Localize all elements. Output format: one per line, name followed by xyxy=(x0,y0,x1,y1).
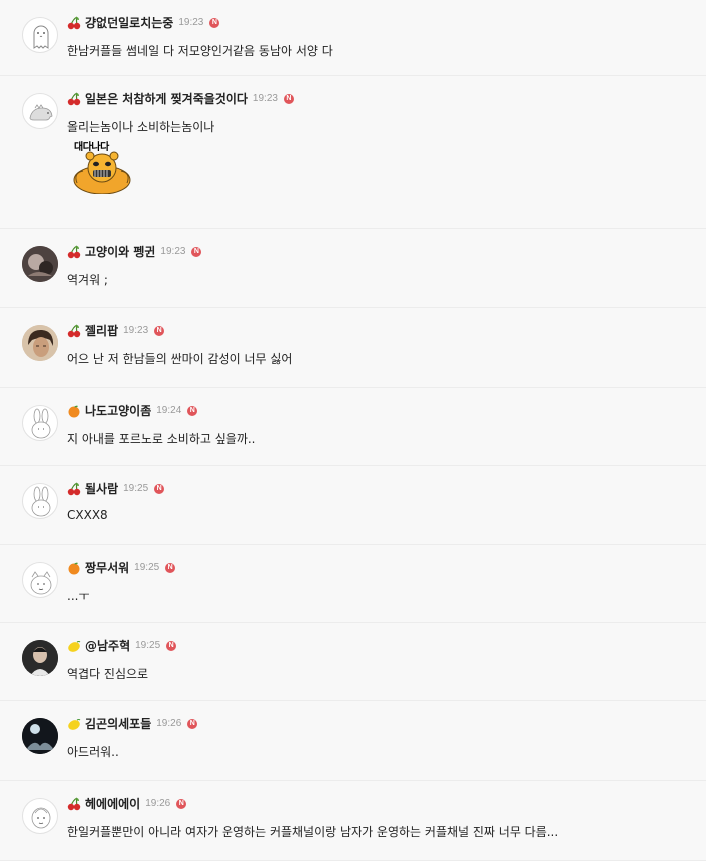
new-badge: N xyxy=(154,483,165,494)
new-badge: N xyxy=(187,405,198,416)
cherry-icon xyxy=(67,323,81,338)
comment-list: 걍없던일로치는중 19:23 N 한남커플들 썸네일 다 저모양인거같음 동남아… xyxy=(0,0,706,861)
comment-header: @남주혁 19:25 N xyxy=(67,637,177,654)
new-badge: N xyxy=(209,17,220,28)
cherry-icon xyxy=(67,15,81,30)
orange-icon xyxy=(67,561,81,575)
timestamp: 19:26 xyxy=(145,798,171,809)
comment-text: 역겹다 진심으로 xyxy=(67,667,149,681)
rabbit-avatar-icon xyxy=(31,408,51,439)
nickname[interactable]: @남주혁 xyxy=(85,637,130,654)
new-badge: N xyxy=(165,562,176,573)
comment-header: 걍없던일로치는중 19:23 N xyxy=(67,14,220,31)
comment-text: 역겨워 ; xyxy=(67,273,108,287)
avatar[interactable] xyxy=(22,798,58,834)
timestamp: 19:26 xyxy=(156,718,182,729)
comment-header: 짱무서워 19:25 N xyxy=(67,559,176,576)
comment-header: 일본은 처참하게 찢겨죽을것이다 19:23 N xyxy=(67,90,294,107)
lemon-icon xyxy=(67,717,81,731)
comment-header: 나도고양이좀 19:24 N xyxy=(67,402,198,419)
avatar[interactable] xyxy=(22,640,58,676)
avatar[interactable] xyxy=(22,405,58,441)
photo-avatar-icon xyxy=(22,246,58,282)
avatar[interactable] xyxy=(22,93,58,129)
comment-text: 올리는놈이나 소비하는놈이나 xyxy=(67,120,215,134)
comment-item: 될사람 19:25 N CXXX8 xyxy=(0,466,706,545)
cherry-icon xyxy=(67,481,81,496)
comment-text: CXXX8 xyxy=(67,508,108,522)
comment-text: 어으 난 저 한남들의 싼마이 감성이 너무 싫어 xyxy=(67,352,293,366)
new-badge: N xyxy=(154,325,165,336)
comment-item: 걍없던일로치는중 19:23 N 한남커플들 썸네일 다 저모양인거같음 동남아… xyxy=(0,0,706,76)
character-avatar-icon xyxy=(30,571,52,595)
avatar[interactable] xyxy=(22,17,58,53)
nickname[interactable]: 헤에에에이 xyxy=(85,795,140,812)
timestamp: 19:25 xyxy=(123,483,149,494)
avatar[interactable] xyxy=(22,562,58,598)
photo-avatar-icon xyxy=(22,640,58,676)
new-badge: N xyxy=(191,246,202,257)
new-badge: N xyxy=(283,93,294,104)
nickname[interactable]: 나도고양이좀 xyxy=(85,402,151,419)
comment-item: 일본은 처참하게 찢겨죽을것이다 19:23 N 올리는놈이나 소비하는놈이나 … xyxy=(0,76,706,229)
sticker-caption: 대다나다 xyxy=(74,142,109,153)
comment-item: 헤에에에이 19:26 N 한일커플뿐만이 아니라 여자가 운영하는 커플채널이… xyxy=(0,781,706,861)
nickname[interactable]: 걍없던일로치는중 xyxy=(85,14,173,31)
comment-item: 김곤의세포들 19:26 N 아드러워.. xyxy=(0,701,706,781)
rabbit-avatar-icon xyxy=(31,486,51,517)
comment-header: 김곤의세포들 19:26 N xyxy=(67,715,198,732)
timestamp: 19:23 xyxy=(160,246,186,257)
comment-item: 젤리팝 19:23 N 어으 난 저 한남들의 싼마이 감성이 너무 싫어 xyxy=(0,308,706,388)
dinosaur-avatar-icon xyxy=(29,104,53,121)
nickname[interactable]: 일본은 처참하게 찢겨죽을것이다 xyxy=(85,90,248,107)
nickname[interactable]: 김곤의세포들 xyxy=(85,715,151,732)
ghost-avatar-icon xyxy=(33,25,49,49)
comment-sticker: 대다나다 xyxy=(72,138,132,195)
comment-header: 고양이와 펭귄 19:23 N xyxy=(67,243,202,260)
timestamp: 19:25 xyxy=(135,640,161,651)
comment-text: 아드러워.. xyxy=(67,745,119,759)
timestamp: 19:25 xyxy=(134,562,160,573)
avatar[interactable] xyxy=(22,718,58,754)
avatar[interactable] xyxy=(22,483,58,519)
new-badge: N xyxy=(187,718,198,729)
comment-item: 고양이와 펭귄 19:23 N 역겨워 ; xyxy=(0,229,706,308)
orange-icon xyxy=(67,404,81,418)
comment-text: 지 아내를 포르노로 소비하고 싶을까.. xyxy=(67,432,256,446)
timestamp: 19:23 xyxy=(252,93,278,104)
avatar[interactable] xyxy=(22,325,58,361)
new-badge: N xyxy=(166,640,177,651)
timestamp: 19:23 xyxy=(123,325,149,336)
cherry-icon xyxy=(67,244,81,259)
character-avatar-icon xyxy=(31,807,51,829)
comment-item: 짱무서워 19:25 N ...ㅜ xyxy=(0,545,706,623)
timestamp: 19:23 xyxy=(178,17,204,28)
comment-header: 될사람 19:25 N xyxy=(67,480,165,497)
comment-text: 한일커플뿐만이 아니라 여자가 운영하는 커플채널이랑 남자가 운영하는 커플채… xyxy=(67,825,559,839)
new-badge: N xyxy=(176,798,187,809)
cherry-icon xyxy=(67,796,81,811)
timestamp: 19:24 xyxy=(156,405,182,416)
nickname[interactable]: 될사람 xyxy=(85,480,118,497)
comment-header: 젤리팝 19:23 N xyxy=(67,322,165,339)
avatar[interactable] xyxy=(22,246,58,282)
comment-item: 나도고양이좀 19:24 N 지 아내를 포르노로 소비하고 싶을까.. xyxy=(0,388,706,466)
photo-avatar-icon xyxy=(22,325,58,361)
photo-avatar-icon xyxy=(22,718,58,754)
comment-text: 한남커플들 썸네일 다 저모양인거같음 동남아 서양 다 xyxy=(67,44,333,58)
comment-item: @남주혁 19:25 N 역겹다 진심으로 xyxy=(0,623,706,701)
nickname[interactable]: 고양이와 펭귄 xyxy=(85,243,155,260)
nickname[interactable]: 짱무서워 xyxy=(85,559,129,576)
comment-header: 헤에에에이 19:26 N xyxy=(67,795,187,812)
nickname[interactable]: 젤리팝 xyxy=(85,322,118,339)
lemon-icon xyxy=(67,639,81,653)
cherry-icon xyxy=(67,91,81,106)
comment-text: ...ㅜ xyxy=(67,589,90,603)
